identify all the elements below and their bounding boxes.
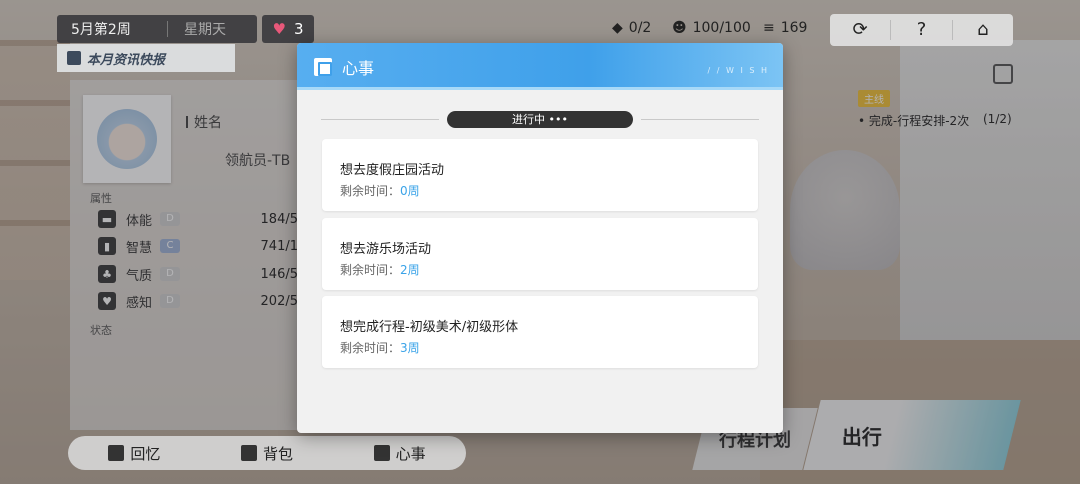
resource-value: 0/2 [628,20,652,36]
wish-modal: 心事 / / W I S H 进行中 ••• 想去度假庄园活动 剩余时间：0周 … [297,43,783,433]
nav-label: 背包 [263,444,294,463]
date-bar: 5月第2周 星期天 [57,15,257,43]
refresh-icon[interactable]: ⟳ [830,20,892,40]
remaining-value: 0周 [400,184,420,198]
divider [321,118,439,120]
wish-time: 剩余时间：2周 [340,261,420,278]
heart-icon: ♥ [272,20,286,38]
nav-memory[interactable]: 回忆 [68,443,201,464]
wish-time: 剩余时间：0周 [340,182,420,199]
weekday-label: 星期天 [184,22,226,38]
wish-book-icon [314,57,332,76]
news-button[interactable]: 本月资讯快报 [57,44,235,72]
smile-icon: ☻ [672,20,687,36]
wish-title: 想去游乐场活动 [340,242,432,257]
status-row: 进行中 ••• [321,109,759,129]
modal-header: 心事 / / W I S H [297,43,783,90]
home-icon[interactable]: ⌂ [953,20,1013,40]
wish-title: 想去度假庄园活动 [340,163,445,178]
wish-card[interactable]: 想去度假庄园活动 剩余时间：0周 [322,139,758,211]
resource-tickets: ◆ 0/2 [612,20,651,36]
wish-icon [373,445,390,461]
remaining-label: 剩余时间： [340,184,401,198]
nav-wish[interactable]: 心事 [333,443,466,464]
wish-time: 剩余时间：3周 [340,339,420,356]
remaining-label: 剩余时间： [340,263,401,277]
wish-card[interactable]: 想完成行程-初级美术/初级形体 剩余时间：3周 [322,296,758,368]
coins-icon: ≡ [763,20,775,36]
remaining-value: 2周 [400,263,420,277]
resource-value: 169 [780,20,808,36]
memory-icon [108,445,125,461]
week-label: 5月第2周 [71,22,131,38]
top-buttons: ⟳ ? ⌂ [830,14,1013,46]
resource-coins: ≡ 169 [763,20,807,36]
ticket-icon: ◆ [612,20,623,36]
nav-label: 心事 [395,444,426,463]
help-icon[interactable]: ? [891,20,953,40]
bottom-nav: 回忆 背包 心事 [68,436,466,470]
modal-subtitle: / / W I S H [707,66,769,75]
hearts-counter: ♥ 3 [262,15,314,43]
resource-value: 100/100 [692,20,751,36]
bag-icon [241,445,257,461]
modal-title: 心事 [342,58,375,78]
nav-label: 回忆 [130,444,161,463]
hearts-value: 3 [293,20,304,38]
divider [641,118,759,120]
remaining-value: 3周 [400,341,420,355]
remaining-label: 剩余时间： [340,341,401,355]
wish-card[interactable]: 想去游乐场活动 剩余时间：2周 [322,218,758,290]
resource-mood: ☻ 100/100 [672,20,751,36]
nav-bag[interactable]: 背包 [201,443,334,464]
wish-title: 想完成行程-初级美术/初级形体 [340,320,519,335]
status-pill[interactable]: 进行中 ••• [447,110,633,128]
